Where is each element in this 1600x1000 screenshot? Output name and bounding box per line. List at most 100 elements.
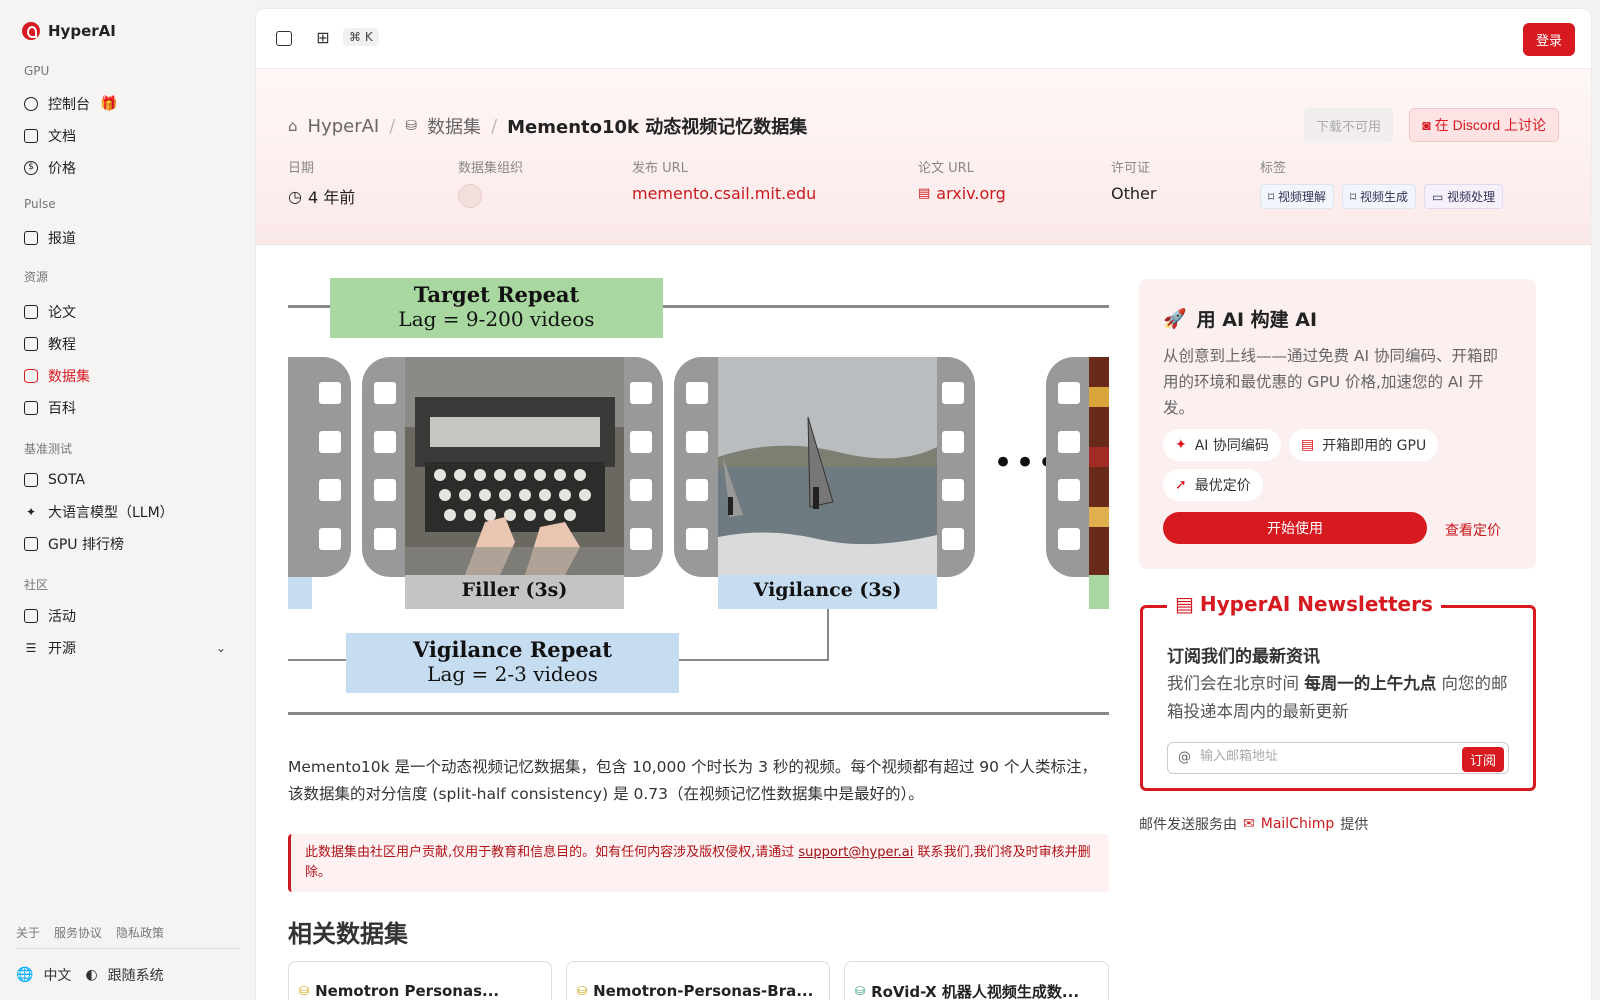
database-icon: ⛁ [299, 984, 310, 998]
caption-text: Vigilance (3s) [753, 579, 902, 601]
login-button[interactable]: 登录 [1522, 23, 1575, 56]
tag-label: 视频处理 [1447, 190, 1496, 204]
newsletter-box: ▤ HyperAI Newsletters 订阅我们的最新资讯 我们会在北京时间 … [1140, 592, 1536, 791]
sidebar-item-label: SOTA [48, 472, 85, 488]
theme-switch[interactable]: 跟随系统 [108, 965, 164, 985]
related-dataset-card[interactable]: ⛁ Nemotron Personas... [288, 961, 552, 1000]
terms-link[interactable]: 服务协议 [54, 924, 102, 941]
chip-label: AI 协同编码 [1194, 438, 1269, 454]
dataset-description: Memento10k 是一个动态视频记忆数据集，包含 10,000 个时长为 3… [288, 758, 1097, 803]
main-content: ⊞ ⌘ K 登录 ⌂ HyperAI / ⛁ 数据集 / Memento10k … [255, 8, 1592, 1000]
breadcrumb-separator: / [389, 115, 396, 137]
sidebar: HyperAI GPU 控制台 🎁 文档 $ 价格 Pulse 报道 资源 论文… [0, 0, 255, 1000]
windsurf-image [718, 357, 937, 575]
cpu-icon [24, 537, 38, 551]
sidebar-item-label: 价格 [48, 161, 76, 177]
target-repeat-box: Target Repeat Lag = 9-200 videos [330, 278, 663, 338]
sidebar-item-papers[interactable]: 论文 [16, 298, 236, 326]
discord-button-label: 在 Discord 上讨论 [1434, 117, 1546, 133]
caption-text: Lag = 2-3 videos [427, 662, 598, 686]
target-strip [1089, 575, 1109, 609]
feature-chip: ➚ 最优定价 [1163, 469, 1263, 501]
server-icon: ▤ [1301, 437, 1315, 453]
newsletter-heading: 订阅我们的最新资讯 [1167, 647, 1320, 667]
discord-button[interactable]: ◙ 在 Discord 上讨论 [1409, 108, 1559, 142]
sidebar-item-docs[interactable]: 文档 [16, 122, 236, 150]
sidebar-item-console[interactable]: 控制台 🎁 [16, 90, 236, 118]
at-icon: @ [1178, 750, 1191, 765]
provider-text: 邮件发送服务由 [1139, 817, 1237, 833]
sidebar-item-tutorials[interactable]: 教程 [16, 330, 236, 358]
database-icon: ⛁ [855, 984, 866, 998]
database-icon: ⛁ [577, 984, 588, 998]
paper-url-link[interactable]: arxiv.org [936, 184, 1005, 203]
breadcrumb-datasets[interactable]: 数据集 [427, 113, 481, 139]
tag-chip[interactable]: ▭ 视频处理 [1424, 184, 1504, 209]
copyright-notice: 此数据集由社区用户贡献,仅用于教育和信息目的。如有任何内容涉及版权侵权,请通过 … [288, 834, 1109, 892]
card-title: RoVid-X 机器人视频生成数... [871, 982, 1080, 1000]
footer-settings: 🌐 中文 ◐ 跟随系统 [16, 965, 164, 985]
email-input[interactable] [1200, 749, 1450, 764]
promo-title-text: 用 AI 构建 AI [1196, 309, 1318, 331]
related-dataset-card[interactable]: ⛁ RoVid-X 机器人视频生成数... [844, 961, 1109, 1000]
video-icon: ▭ [1432, 190, 1448, 204]
globe-icon: 🌐 [16, 967, 34, 983]
sidebar-item-llm[interactable]: ✦ 大语言模型（LLM） [16, 498, 236, 526]
card-title: Nemotron Personas... [315, 982, 500, 1000]
tag-chip[interactable]: ⌑ 视频生成 [1342, 184, 1416, 209]
support-email-link[interactable]: support@hyper.ai [798, 845, 913, 860]
mail-provider: 邮件发送服务由 ✉ MailChimp 提供 [1139, 814, 1368, 834]
gauge-icon [24, 97, 38, 111]
about-link[interactable]: 关于 [16, 924, 40, 941]
newsletter-text: 我们会在北京时间 每周一的上午九点 向您的邮箱投递本周内的最新更新 [1167, 670, 1517, 726]
sidebar-item-sota[interactable]: SOTA [16, 466, 236, 494]
newspaper-icon: ▤ [1175, 592, 1194, 616]
language-switch[interactable]: 中文 [43, 965, 71, 985]
sidebar-item-gpu-rank[interactable]: GPU 排行榜 [16, 530, 236, 558]
store-image [1089, 357, 1109, 575]
section-pulse: Pulse [24, 197, 56, 211]
brand-name: HyperAI [48, 22, 116, 40]
calendar-icon [24, 609, 38, 623]
breadcrumb-home[interactable]: HyperAI [308, 116, 380, 137]
sidebar-toggle-icon[interactable] [276, 31, 292, 46]
notebook-icon [24, 337, 38, 351]
sidebar-item-label: 论文 [48, 305, 76, 321]
tag-chip[interactable]: ⌑ 视频理解 [1260, 184, 1334, 209]
typewriter-image [405, 357, 624, 575]
dollar-icon: $ [24, 161, 38, 175]
list-icon: ☰ [25, 641, 37, 655]
hyperai-logo-icon [22, 22, 40, 40]
film-frame [288, 357, 351, 577]
vigilance-repeat-box: Vigilance Repeat Lag = 2-3 videos [346, 633, 679, 693]
brand[interactable]: HyperAI [22, 22, 116, 40]
section-gpu: GPU [24, 64, 50, 78]
page-title: Memento10k 动态视频记忆数据集 [507, 117, 808, 138]
get-started-button[interactable]: 开始使用 [1163, 512, 1427, 544]
sidebar-item-wiki[interactable]: 百科 [16, 394, 236, 422]
view-pricing-link[interactable]: 查看定价 [1445, 520, 1501, 540]
publish-url-link[interactable]: memento.csail.mit.edu [632, 184, 816, 203]
promo-text: 从创意到上线——通过免费 AI 协同编码、开箱即用的环境和最优惠的 GPU 价格… [1163, 347, 1499, 417]
breadcrumb: ⌂ HyperAI / ⛁ 数据集 / Memento10k 动态视频记忆数据集 [288, 113, 807, 139]
privacy-link[interactable]: 隐私政策 [116, 924, 164, 941]
org-avatar[interactable] [458, 184, 482, 208]
search-shortcut[interactable]: ⌘ K [343, 28, 379, 46]
section-resources: 资源 [24, 270, 49, 284]
mailchimp-link[interactable]: MailChimp [1261, 816, 1335, 832]
sidebar-item-label: 教程 [48, 337, 76, 353]
subscribe-button[interactable]: 订阅 [1461, 747, 1504, 772]
sidebar-item-label: 文档 [48, 129, 76, 145]
sidebar-item-reports[interactable]: 报道 [16, 224, 236, 252]
sidebar-item-datasets[interactable]: 数据集 [16, 362, 236, 390]
meta-tags: 标签 ⌑ 视频理解 ⌑ 视频生成 ▭ 视频处理 [1260, 157, 1504, 209]
home-icon: ⌂ [288, 117, 298, 135]
sidebar-item-open-source[interactable]: ☰ 开源 ⌄ [16, 634, 236, 662]
sidebar-item-events[interactable]: 活动 [16, 602, 236, 630]
database-icon [24, 369, 38, 383]
sidebar-item-pricing[interactable]: $ 价格 [16, 154, 236, 182]
apps-icon[interactable]: ⊞ [314, 29, 332, 47]
tag-icon: ⌑ [1268, 190, 1278, 204]
related-dataset-card[interactable]: ⛁ Nemotron-Personas-Bra... [566, 961, 830, 1000]
download-button[interactable]: 下载不可用 [1303, 108, 1393, 143]
